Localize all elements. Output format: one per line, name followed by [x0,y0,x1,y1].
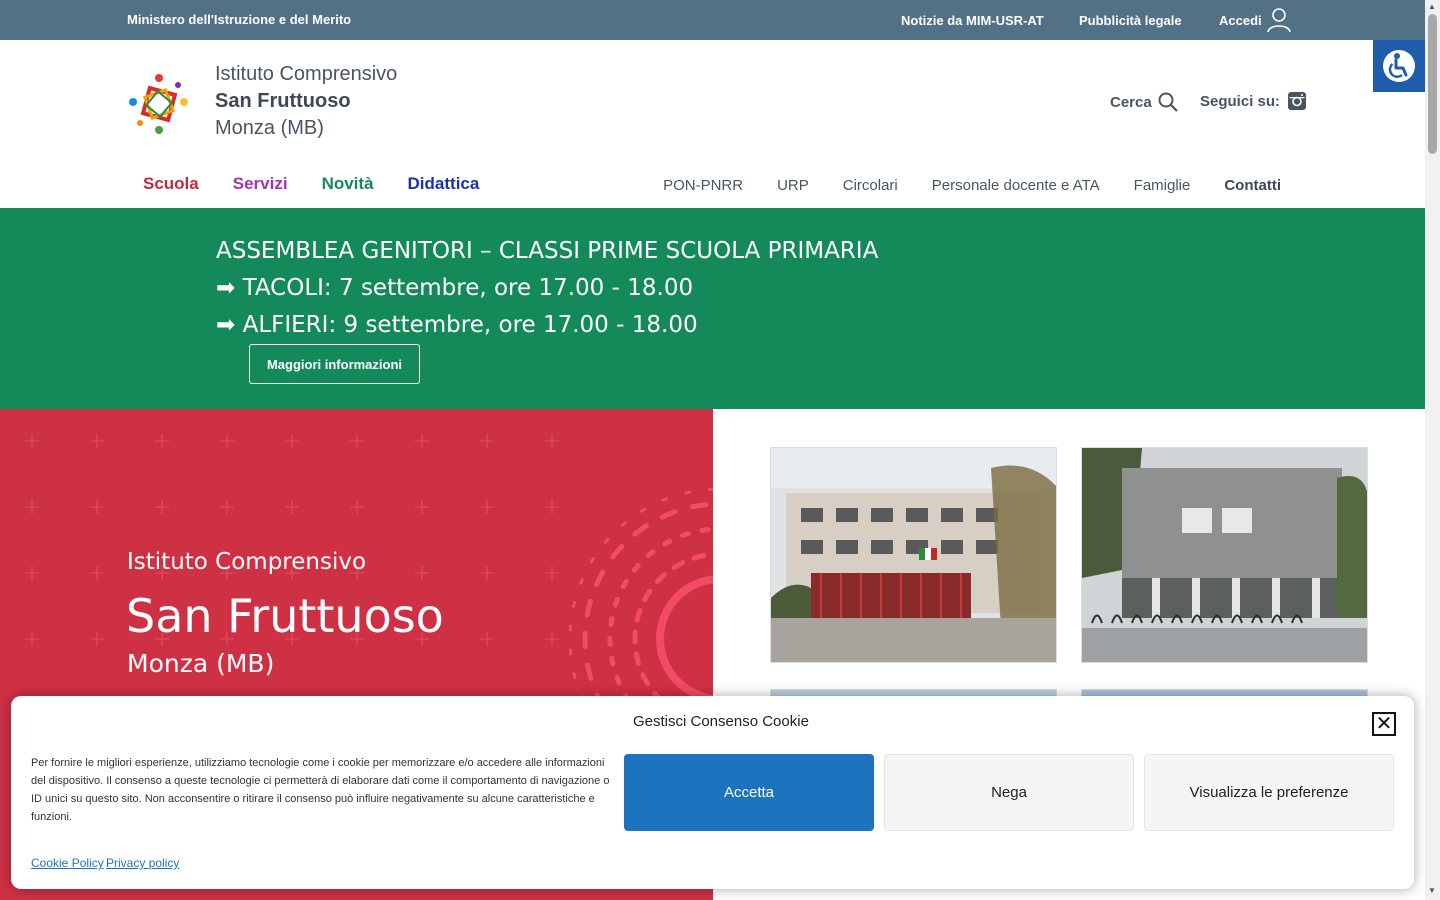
announcement-banner: ASSEMBLEA GENITORI – CLASSI PRIME SCUOLA… [0,208,1425,409]
scroll-up-icon[interactable]: ▲ [1428,2,1436,11]
brand-title[interactable]: Istituto Comprensivo San Fruttuoso Monza… [215,61,397,142]
brand-line-1: Istituto Comprensivo [215,63,398,85]
preferences-button[interactable]: Visualizza le preferenze [1144,754,1394,831]
school-photo-1[interactable] [770,447,1057,663]
nav-famiglie[interactable]: Famiglie [1134,177,1191,194]
ministry-link[interactable]: Ministero dell'Istruzione e del Merito [127,12,351,27]
hero-location: Monza (MB) [127,649,275,678]
legal-notice-link[interactable]: Pubblicità legale [1079,13,1182,28]
banner-line-tacoli: ➡ TACOLI: 7 settembre, ore 17.00 - 18.00 [216,275,694,301]
nav-pon-pnrr[interactable]: PON-PNRR [663,177,743,194]
top-bar: Ministero dell'Istruzione e del Merito N… [0,0,1425,40]
search-label: Cerca [1110,93,1152,111]
hero-title: San Fruttuoso [126,589,444,643]
search-button[interactable]: Cerca [1110,92,1178,112]
more-info-button[interactable]: Maggiori informazioni [249,344,420,384]
search-icon [1158,92,1178,112]
cookie-description: Per fornire le migliori esperienze, util… [31,757,610,823]
scrollbar-thumb[interactable] [1428,14,1437,154]
banner-line-alfieri: ➡ ALFIERI: 9 settembre, ore 17.00 - 18.0… [216,312,698,338]
nav-scuola[interactable]: Scuola [143,174,199,194]
nav-contatti[interactable]: Contatti [1224,177,1281,194]
hero-subtitle: Istituto Comprensivo [127,549,367,575]
news-link[interactable]: Notizie da MIM-USR-AT [901,13,1044,28]
nav-circolari[interactable]: Circolari [843,177,898,194]
accessibility-toggle[interactable] [1373,40,1425,92]
school-photo-2[interactable] [1081,447,1368,663]
nav-didattica[interactable]: Didattica [408,174,480,194]
login-link[interactable]: Accedi [1219,13,1262,28]
secondary-nav: PON-PNRR URP Circolari Personale docente… [663,177,1281,194]
brand-line-3: Monza (MB) [215,117,324,139]
privacy-policy-link[interactable]: Privacy policy [106,856,179,870]
follow-label: Seguici su: [1200,92,1281,110]
deny-button[interactable]: Nega [884,754,1134,831]
cookie-consent-dialog: Gestisci Consenso Cookie ✕ Per fornire l… [11,696,1414,889]
school-building-image-1 [771,448,1056,662]
school-logo[interactable] [128,73,190,135]
brand-line-2: San Fruttuoso [215,90,351,112]
nav-urp[interactable]: URP [777,177,809,194]
nav-personale[interactable]: Personale docente e ATA [932,177,1100,194]
close-icon[interactable]: ✕ [1372,712,1396,736]
accessibility-icon [1383,50,1415,82]
banner-title: ASSEMBLEA GENITORI – CLASSI PRIME SCUOLA… [216,238,879,264]
school-building-image-2 [1082,448,1367,662]
site-header: Istituto Comprensivo San Fruttuoso Monza… [0,40,1425,208]
scroll-down-icon[interactable]: ▼ [1428,886,1436,895]
nav-novita[interactable]: Novità [322,174,374,194]
page-scrollbar[interactable]: ▲ ▼ [1425,0,1440,900]
cookie-title: Gestisci Consenso Cookie [633,713,809,730]
cookie-policy-link[interactable]: Cookie Policy [31,856,104,870]
social-follow: Seguici su: [1200,92,1307,110]
accept-button[interactable]: Accetta [624,754,874,831]
main-nav: Scuola Servizi Novità Didattica [143,174,479,194]
nav-servizi[interactable]: Servizi [233,174,288,194]
instagram-icon[interactable] [1288,92,1307,110]
user-icon[interactable] [1266,7,1292,33]
